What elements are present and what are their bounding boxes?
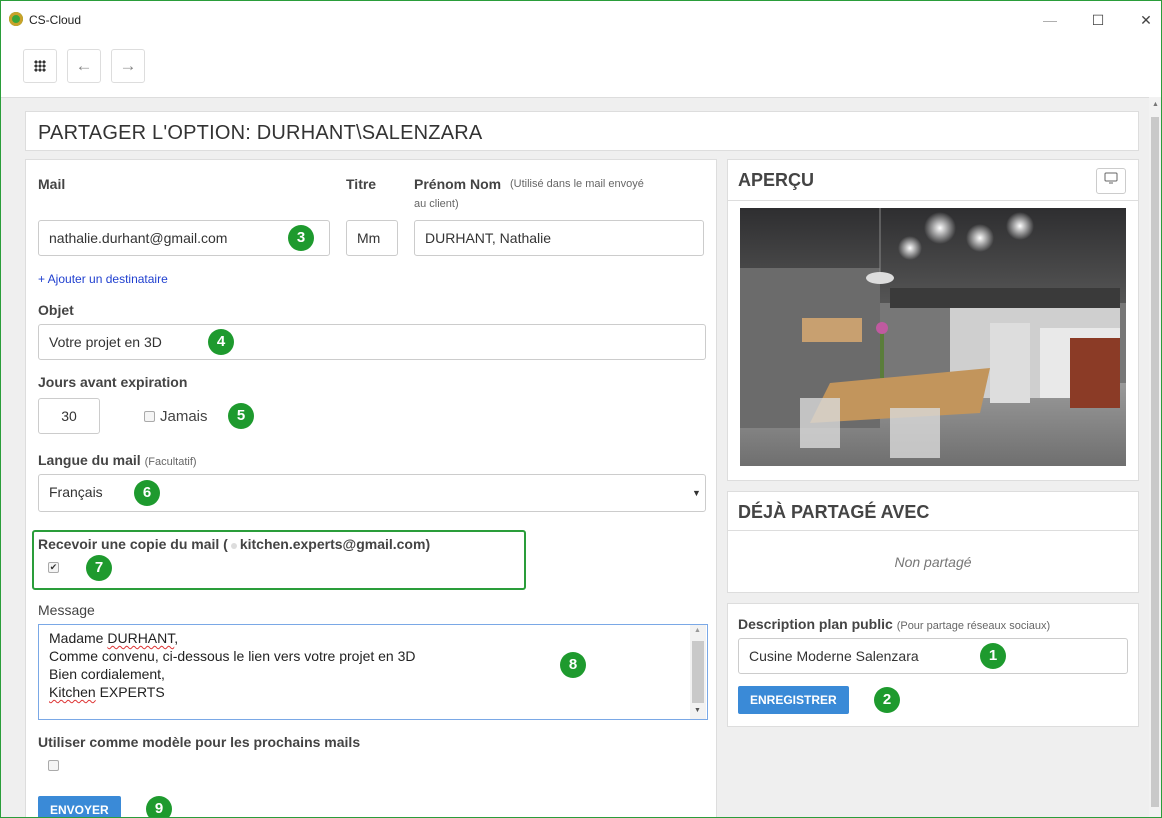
objet-label: Objet — [38, 302, 74, 318]
page-title: PARTAGER L'OPTION: DURHANT\SALENZARA — [38, 122, 483, 144]
jamais-checkbox[interactable] — [144, 411, 155, 422]
badge-4: 4 — [208, 329, 234, 355]
description-label: Description plan public (Pour partage ré… — [738, 616, 1050, 632]
scroll-up-icon[interactable]: ▲ — [694, 627, 701, 634]
save-button[interactable]: ENREGISTRER — [738, 686, 849, 714]
expiration-input[interactable]: 30 — [38, 398, 100, 434]
langue-label-text: Langue du mail — [38, 452, 141, 468]
message-line-2: Comme convenu, ci-dessous le lien vers v… — [49, 648, 416, 664]
message-line-4a: Kitchen — [49, 684, 96, 700]
blur-mark — [230, 543, 237, 549]
titre-input[interactable]: Mm — [346, 220, 398, 256]
template-label: Utiliser comme modèle pour les prochains… — [38, 734, 361, 750]
shared-panel: DÉJÀ PARTAGÉ AVEC Non partagé — [727, 491, 1139, 593]
name-input[interactable]: DURHANT, Nathalie — [414, 220, 704, 256]
preview-display-button[interactable] — [1096, 168, 1126, 194]
preview-divider — [728, 200, 1138, 201]
apps-menu-button[interactable] — [23, 49, 57, 83]
chevron-down-icon: ▼ — [692, 488, 701, 498]
badge-9: 9 — [146, 796, 172, 817]
langue-label: Langue du mail (Facultatif) — [38, 452, 197, 468]
message-line-1: Madame DURHANT, — [49, 629, 697, 647]
message-line-1a: Madame — [49, 630, 108, 646]
message-line-4b: EXPERTS — [95, 684, 165, 700]
page-scrollbar[interactable]: ▲ — [1149, 97, 1161, 817]
shared-divider — [728, 530, 1138, 531]
message-textarea[interactable]: Madame DURHANT, Comme convenu, ci-dessou… — [38, 624, 708, 720]
copy-email: kitchen.experts@gmail.com — [239, 536, 426, 552]
expiration-label: Jours avant expiration — [38, 374, 188, 390]
jamais-label: Jamais — [160, 408, 208, 425]
close-button[interactable]: ✕ — [1131, 9, 1161, 31]
forward-button[interactable]: → — [111, 49, 145, 83]
grid-icon — [34, 60, 46, 72]
description-panel: Description plan public (Pour partage ré… — [727, 603, 1139, 727]
copy-label-text: Recevoir une copie du mail ( — [38, 536, 228, 552]
badge-6: 6 — [134, 480, 160, 506]
langue-note: (Facultatif) — [144, 456, 197, 468]
arrow-left-icon: ← — [75, 56, 93, 75]
langue-selected: Français — [49, 484, 103, 500]
share-form: Mail Titre Prénom Nom (Utilisé dans le m… — [25, 159, 717, 817]
title-bar: CS-Cloud — ☐ ✕ — [1, 1, 1161, 41]
description-note: (Pour partage réseaux sociaux) — [896, 620, 1051, 632]
send-button[interactable]: ENVOYER — [38, 796, 121, 817]
message-line-1b: DURHANT — [107, 630, 175, 646]
monitor-icon — [1104, 172, 1118, 184]
template-checkbox[interactable] — [48, 760, 59, 771]
mail-input[interactable]: nathalie.durhant@gmail.com — [38, 220, 330, 256]
message-label: Message — [38, 602, 95, 618]
preview-panel: APERÇU — [727, 159, 1139, 481]
badge-3: 3 — [288, 225, 314, 251]
badge-8: 8 — [560, 652, 586, 678]
description-input[interactable]: Cusine Moderne Salenzara — [738, 638, 1128, 674]
objet-input[interactable]: Votre projet en 3D — [38, 324, 706, 360]
badge-2: 2 — [874, 687, 900, 713]
maximize-button[interactable]: ☐ — [1083, 9, 1113, 31]
scroll-down-icon[interactable]: ▼ — [694, 707, 701, 714]
window-title: CS-Cloud — [29, 13, 82, 27]
message-line-1c: , — [174, 630, 179, 646]
shared-title: DÉJÀ PARTAGÉ AVEC — [738, 502, 930, 522]
titre-label: Titre — [346, 176, 377, 192]
preview-title: APERÇU — [738, 170, 815, 190]
message-line-3: Bien cordialement, — [49, 666, 165, 682]
badge-5: 5 — [228, 403, 254, 429]
page-scroll-thumb[interactable] — [1151, 117, 1159, 807]
message-scrollbar[interactable]: ▲ ▼ — [690, 625, 706, 719]
minimize-button[interactable]: — — [1035, 9, 1065, 31]
copy-label: Recevoir une copie du mail ( kitchen.expe… — [38, 536, 430, 552]
message-line-4: Kitchen EXPERTS — [49, 683, 697, 701]
message-scroll-thumb[interactable] — [692, 641, 704, 703]
name-note-a: (Utilisé dans le mail envoyé — [510, 178, 644, 190]
name-note-b: au client) — [414, 198, 459, 210]
arrow-right-icon: → — [119, 56, 137, 75]
name-label: Prénom Nom — [414, 176, 502, 192]
page-scroll-up-icon[interactable]: ▲ — [1152, 101, 1159, 108]
description-label-text: Description plan public — [738, 616, 893, 632]
copy-checkbox[interactable]: ✔ — [48, 562, 59, 573]
shared-empty-text: Non partagé — [894, 554, 972, 570]
copy-close: ) — [425, 536, 431, 552]
toolbar: ← → — [1, 41, 1161, 98]
app-logo-icon — [9, 12, 23, 26]
page-header: PARTAGER L'OPTION: DURHANT\SALENZARA — [25, 111, 1139, 151]
add-recipient-link[interactable]: + Ajouter un destinataire — [38, 272, 168, 286]
back-button[interactable]: ← — [67, 49, 101, 83]
badge-7: 7 — [86, 555, 112, 581]
badge-1: 1 — [980, 643, 1006, 669]
app-window: CS-Cloud — ☐ ✕ ← → PARTAGER L'OPTION: DU… — [0, 0, 1162, 818]
mail-label: Mail — [38, 176, 66, 192]
kitchen-render-image — [740, 208, 1126, 466]
